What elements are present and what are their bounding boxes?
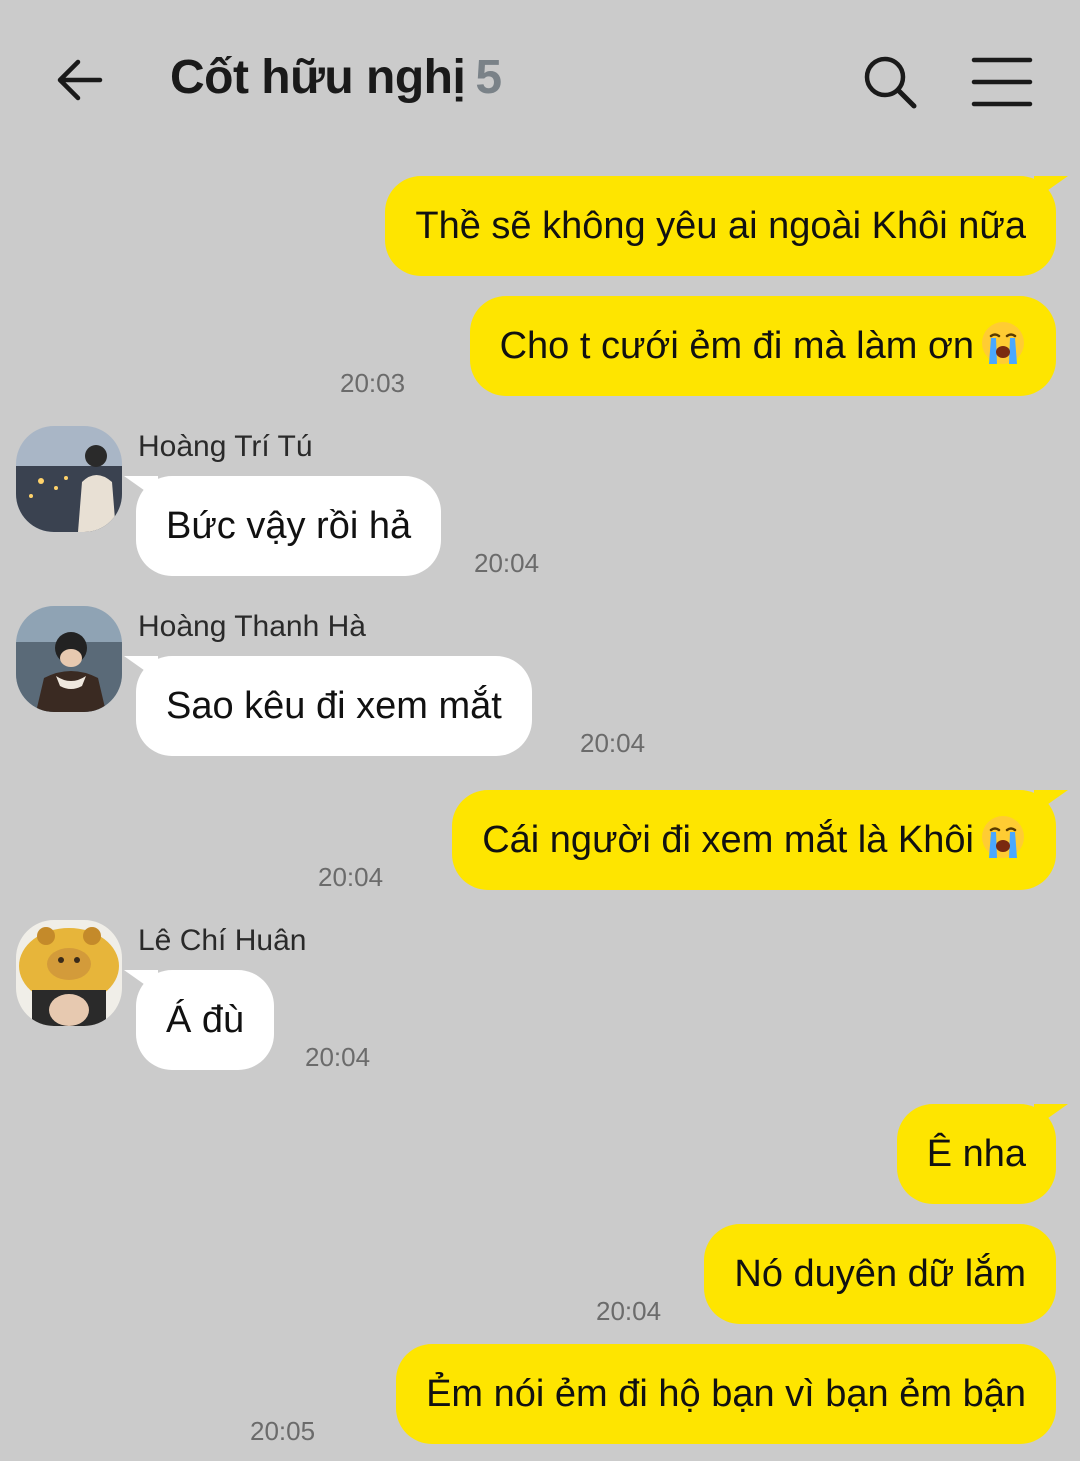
message-text: Sao kêu đi xem mắt (166, 685, 502, 727)
avatar[interactable] (16, 606, 122, 712)
message-text: Bức vậy rồi hả (166, 505, 412, 547)
sender-name: Hoàng Trí Tú (138, 430, 313, 463)
message-text: Cho t cưới ẻm đi mà làm ơn (499, 325, 974, 367)
message-time: 20:05 (250, 1416, 316, 1446)
message-text: Thề sẽ không yêu ai ngoài Khôi nữa (415, 205, 1026, 247)
message-time: 20:04 (474, 548, 540, 578)
avatar[interactable] (16, 920, 122, 1026)
outgoing-message[interactable]: Ẻm nói ẻm đi hộ bạn vì bạn ẻm bận (396, 1344, 1056, 1444)
menu-icon[interactable] (970, 50, 1034, 114)
outgoing-message[interactable]: Nó duyên dữ lắm (704, 1224, 1056, 1324)
incoming-message[interactable]: Sao kêu đi xem mắt (124, 656, 532, 756)
sender-name: Hoàng Thanh Hà (138, 610, 366, 643)
incoming-message[interactable]: Bức vậy rồi hả (123, 476, 442, 576)
message-time: 20:03 (340, 368, 406, 398)
message-text: Nó duyên dữ lắm (734, 1253, 1026, 1295)
chat-name: Cốt hữu nghị (170, 51, 466, 104)
message-time: 20:04 (318, 862, 384, 892)
outgoing-message[interactable]: Ê nha (896, 1104, 1069, 1204)
crying-face-emoji-icon (980, 304, 1026, 364)
outgoing-message[interactable]: Thề sẽ không yêu ai ngoài Khôi nữa (385, 176, 1068, 276)
crying-face-emoji-icon (980, 798, 1026, 858)
outgoing-message[interactable]: Cho t cưới ẻm đi mà làm ơn (469, 296, 1056, 396)
message-text: Ẻm nói ẻm đi hộ bạn vì bạn ẻm bận (426, 1373, 1026, 1415)
message-time: 20:04 (580, 728, 646, 758)
message-text: Cái người đi xem mắt là Khôi (482, 819, 974, 861)
member-count: 5 (475, 51, 502, 104)
incoming-message[interactable]: Á đù (123, 970, 275, 1070)
chat-header: Cốt hữu nghị 5 (0, 0, 1080, 160)
sender-name: Lê Chí Huân (138, 924, 307, 957)
message-time: 20:04 (596, 1296, 662, 1326)
chat-title: Cốt hữu nghị 5 (170, 50, 502, 105)
message-time: 20:04 (305, 1042, 371, 1072)
message-text: Á đù (166, 999, 245, 1041)
outgoing-message[interactable]: Cái người đi xem mắt là Khôi (452, 790, 1068, 890)
search-icon[interactable] (858, 50, 922, 114)
avatar[interactable] (16, 426, 122, 532)
back-arrow-icon[interactable] (50, 48, 114, 112)
message-text: Ê nha (926, 1133, 1026, 1175)
